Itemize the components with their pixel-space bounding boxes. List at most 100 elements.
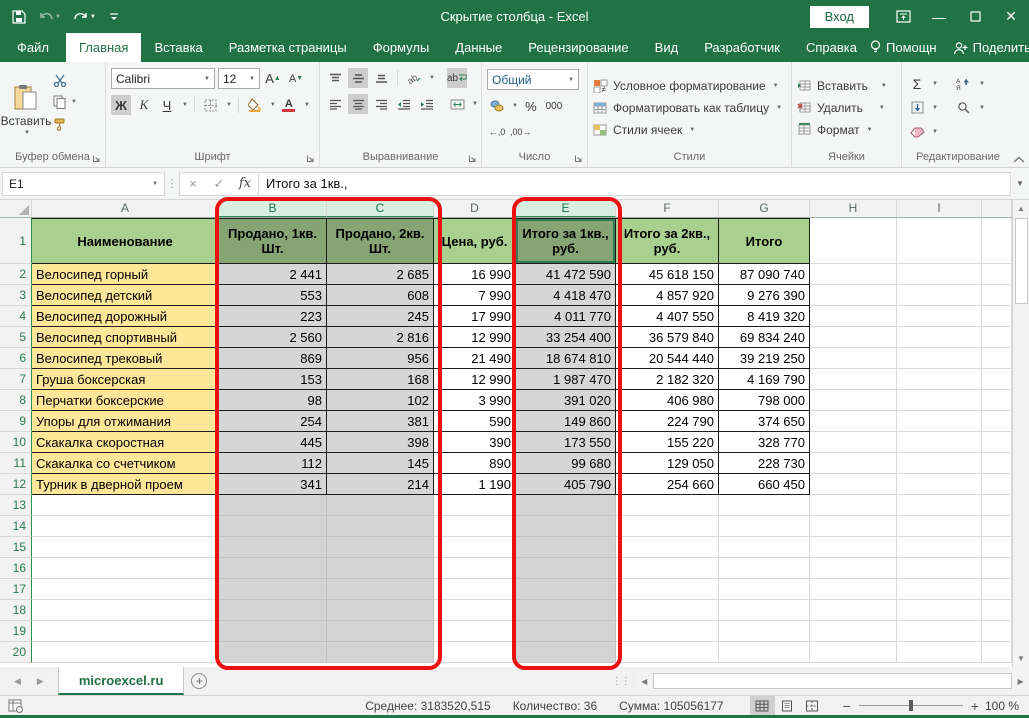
zoom-in-icon[interactable]: + <box>971 698 979 714</box>
cell-I11[interactable] <box>897 453 982 474</box>
scroll-up-icon[interactable]: ▲ <box>1013 200 1029 217</box>
cell-F18[interactable] <box>616 600 719 621</box>
sort-filter-icon[interactable]: АЯ <box>954 74 974 94</box>
cell-G13[interactable] <box>719 495 810 516</box>
cell-overflow4[interactable] <box>982 306 1012 327</box>
fill-icon[interactable] <box>907 98 927 118</box>
insert-cells-button[interactable]: Вставить▼ <box>797 79 896 93</box>
row-header-19[interactable]: 19 <box>0 621 32 642</box>
row-header-10[interactable]: 10 <box>0 432 32 453</box>
cell-H11[interactable] <box>810 453 897 474</box>
row-header-9[interactable]: 9 <box>0 411 32 432</box>
cell-D12[interactable]: 1 190 <box>434 474 516 495</box>
cell-B10[interactable]: 445 <box>219 432 327 453</box>
cell-D17[interactable] <box>434 579 516 600</box>
cell-H5[interactable] <box>810 327 897 348</box>
column-header-H[interactable]: H <box>810 200 897 217</box>
scroll-right-icon[interactable]: ▶ <box>1012 671 1029 691</box>
cell-overflow8[interactable] <box>982 390 1012 411</box>
increase-decimal-icon[interactable]: ←,0 <box>487 122 507 142</box>
cell-C9[interactable]: 381 <box>327 411 434 432</box>
cell-E4[interactable]: 4 011 770 <box>516 306 616 327</box>
cell-C10[interactable]: 398 <box>327 432 434 453</box>
cell-I9[interactable] <box>897 411 982 432</box>
tab-insert[interactable]: Вставка <box>141 33 215 62</box>
cell-B6[interactable]: 869 <box>219 348 327 369</box>
orientation-icon[interactable]: ab <box>404 68 424 88</box>
save-icon[interactable] <box>12 10 26 24</box>
cell-B2[interactable]: 2 441 <box>219 264 327 285</box>
cell-F13[interactable] <box>616 495 719 516</box>
increase-indent-icon[interactable] <box>417 94 437 114</box>
cell-E18[interactable] <box>516 600 616 621</box>
share-button[interactable]: Поделиться <box>953 40 1029 55</box>
cell-overflow18[interactable] <box>982 600 1012 621</box>
cell-I14[interactable] <box>897 516 982 537</box>
cell-H19[interactable] <box>810 621 897 642</box>
dialog-launcher-icon[interactable] <box>92 154 101 163</box>
cell-overflow5[interactable] <box>982 327 1012 348</box>
cell-I18[interactable] <box>897 600 982 621</box>
row-header-17[interactable]: 17 <box>0 579 32 600</box>
cell-H9[interactable] <box>810 411 897 432</box>
row-header-5[interactable]: 5 <box>0 327 32 348</box>
cell-I4[interactable] <box>897 306 982 327</box>
cell-I10[interactable] <box>897 432 982 453</box>
cell-C7[interactable]: 168 <box>327 369 434 390</box>
cell-F4[interactable]: 4 407 550 <box>616 306 719 327</box>
cell-G14[interactable] <box>719 516 810 537</box>
cell-H15[interactable] <box>810 537 897 558</box>
cell-overflow3[interactable] <box>982 285 1012 306</box>
cell-A13[interactable] <box>32 495 219 516</box>
cell-A10[interactable]: Скакалка скоростная <box>32 432 219 453</box>
align-bottom-icon[interactable] <box>371 68 391 88</box>
new-sheet-button[interactable]: + <box>184 667 214 695</box>
column-header-I[interactable]: I <box>897 200 982 217</box>
cell-F10[interactable]: 155 220 <box>616 432 719 453</box>
row-header-18[interactable]: 18 <box>0 600 32 621</box>
cell-F11[interactable]: 129 050 <box>616 453 719 474</box>
cell-D11[interactable]: 890 <box>434 453 516 474</box>
autosum-icon[interactable]: Σ <box>907 74 927 94</box>
cell-C2[interactable]: 2 685 <box>327 264 434 285</box>
sign-in-button[interactable]: Вход <box>810 6 869 28</box>
cell-C3[interactable]: 608 <box>327 285 434 306</box>
cell-I17[interactable] <box>897 579 982 600</box>
cell-A5[interactable]: Велосипед спортивный <box>32 327 219 348</box>
row-header-12[interactable]: 12 <box>0 474 32 495</box>
cell-B20[interactable] <box>219 642 327 663</box>
expand-formula-bar-icon[interactable]: ▼ <box>1011 179 1029 188</box>
percent-style-icon[interactable]: % <box>521 96 541 116</box>
paste-button[interactable]: Вставить ▼ <box>3 65 49 150</box>
tab-review[interactable]: Рецензирование <box>515 33 641 62</box>
row-header-11[interactable]: 11 <box>0 453 32 474</box>
cell-G5[interactable]: 69 834 240 <box>719 327 810 348</box>
cell-D13[interactable] <box>434 495 516 516</box>
cell-I13[interactable] <box>897 495 982 516</box>
increase-font-icon[interactable]: A▲ <box>263 69 283 89</box>
cell-B4[interactable]: 223 <box>219 306 327 327</box>
cell-C12[interactable]: 214 <box>327 474 434 495</box>
cell-D16[interactable] <box>434 558 516 579</box>
cell-G17[interactable] <box>719 579 810 600</box>
vertical-scrollbar[interactable]: ▲ ▼ <box>1012 200 1029 667</box>
cell-B14[interactable] <box>219 516 327 537</box>
cell-A8[interactable]: Перчатки боксерские <box>32 390 219 411</box>
row-header-4[interactable]: 4 <box>0 306 32 327</box>
cell-I12[interactable] <box>897 474 982 495</box>
cell-styles-button[interactable]: Стили ячеек▼ <box>593 123 786 137</box>
dialog-launcher-icon[interactable] <box>574 154 583 163</box>
tab-home[interactable]: Главная <box>66 33 141 62</box>
cell-D15[interactable] <box>434 537 516 558</box>
cell-E8[interactable]: 391 020 <box>516 390 616 411</box>
cell-D9[interactable]: 590 <box>434 411 516 432</box>
cell-G15[interactable] <box>719 537 810 558</box>
tab-data[interactable]: Данные <box>442 33 515 62</box>
tab-scroll-splitter[interactable]: ⋮⋮ <box>608 667 634 695</box>
number-format-select[interactable]: Общий▼ <box>487 69 579 90</box>
horizontal-scroll-thumb[interactable] <box>653 673 1012 689</box>
cell-A3[interactable]: Велосипед детский <box>32 285 219 306</box>
cell-E13[interactable] <box>516 495 616 516</box>
dialog-launcher-icon[interactable] <box>468 154 477 163</box>
page-break-view-icon[interactable] <box>800 696 825 715</box>
